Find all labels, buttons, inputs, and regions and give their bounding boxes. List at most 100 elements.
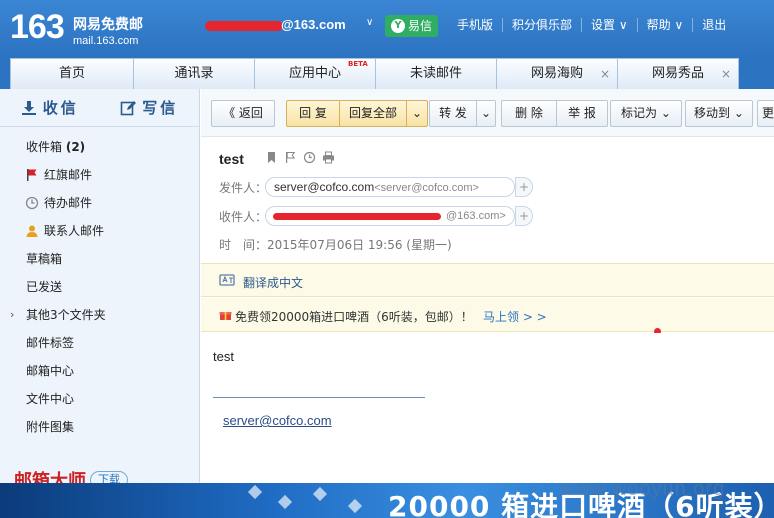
add-recipient-contact-icon[interactable]: +	[515, 206, 533, 226]
yixin-icon: Y	[391, 19, 405, 33]
gift-icon	[219, 312, 232, 320]
folder-label: 红旗邮件	[44, 168, 93, 182]
forward-button[interactable]: 转 发	[429, 100, 477, 127]
mark-as-label: 标记为	[621, 106, 658, 120]
recipient-address-suffix: @163.com>	[446, 210, 506, 222]
mail-header: test 发件人： server@cofco.com<server@cofco.…	[201, 137, 774, 263]
folder-sent[interactable]: 已发送	[0, 273, 199, 301]
tab-label: 网易秀品	[651, 66, 704, 81]
top-links: 手机版 积分俱乐部 设置 ∨ 帮助 ∨ 退出	[448, 18, 735, 32]
tab-app-center[interactable]: 应用中心 BETA	[254, 58, 376, 89]
user-redaction-mark	[205, 21, 283, 31]
chevron-down-icon[interactable]: ∨	[366, 17, 373, 28]
tab-netease-haigou[interactable]: 网易海购 ×	[496, 58, 618, 89]
points-club-link[interactable]: 积分俱乐部	[502, 18, 581, 32]
translate-bar: 翻译成中文	[201, 263, 774, 297]
logout-link[interactable]: 退出	[692, 18, 735, 32]
sender-address: <server@cofco.com>	[374, 182, 479, 194]
to-label: 收件人：	[219, 210, 268, 224]
folder-mail-center[interactable]: 邮箱中心	[0, 357, 199, 385]
reply-button[interactable]: 回 复	[286, 100, 340, 127]
folder-label: 待办邮件	[44, 196, 93, 210]
forward-dropdown[interactable]: ⌄	[476, 100, 496, 127]
chevron-down-icon: ∨	[615, 18, 628, 32]
folder-label: 其他3个文件夹	[26, 308, 106, 322]
tab-netease-xiupin[interactable]: 网易秀品 ×	[617, 58, 739, 89]
tab-contacts[interactable]: 通讯录	[133, 58, 255, 89]
receive-button[interactable]: 收信	[0, 89, 100, 126]
logo-url: mail.163.com	[73, 35, 139, 47]
reply-dropdown[interactable]: ⌄	[406, 100, 428, 127]
add-sender-contact-icon[interactable]: +	[515, 177, 533, 197]
chevron-down-icon: ⌄	[411, 106, 423, 120]
more-button[interactable]: 更	[757, 100, 774, 127]
ice-cube-graphic	[312, 486, 328, 502]
chevron-right-icon[interactable]: ›	[10, 301, 14, 329]
translate-icon	[219, 274, 235, 286]
tab-home[interactable]: 首页	[10, 58, 134, 89]
folder-attachment-gallery[interactable]: 附件图集	[0, 413, 199, 441]
clock-icon[interactable]	[303, 151, 316, 164]
settings-label: 设置	[591, 18, 616, 32]
promo-bar: 免费领20000箱进口啤酒（6听装，包邮）！ 马上领 > >	[201, 298, 774, 332]
mail-toolbar: 《 返回 回 复 回复全部 ⌄ 转 发 ⌄ 删 除 举 报 标记为 ⌄ 移动到 …	[201, 89, 774, 137]
folder-todo[interactable]: 待办邮件	[0, 189, 199, 217]
tab-label: 首页	[58, 66, 85, 81]
promo-text[interactable]: 免费领20000箱进口啤酒（6听装，包邮）！	[235, 308, 473, 325]
clock-icon	[25, 196, 39, 210]
settings-link[interactable]: 设置 ∨	[581, 18, 637, 32]
folder-label: 草稿箱	[26, 252, 63, 266]
from-label: 发件人：	[219, 181, 268, 195]
yixin-button[interactable]: Y 易信	[385, 15, 439, 37]
folder-inbox[interactable]: 收件箱 (2)	[0, 133, 199, 161]
compose-button[interactable]: 写信	[100, 89, 200, 126]
folder-flagged[interactable]: 红旗邮件	[0, 161, 199, 189]
help-label: 帮助	[646, 18, 671, 32]
time-value: 2015年07月06日 19:56 (星期一)	[267, 238, 452, 252]
compose-bar: 收信 写信	[0, 89, 199, 127]
chevron-down-icon: ⌄	[480, 106, 492, 120]
reply-all-button[interactable]: 回复全部	[339, 100, 407, 127]
tab-label: 未读邮件	[409, 66, 462, 81]
flag-icon[interactable]	[284, 151, 297, 164]
time-row: 时 间：2015年07月06日 19:56 (星期一)	[219, 236, 452, 253]
folder-file-center[interactable]: 文件中心	[0, 385, 199, 413]
tab-unread[interactable]: 未读邮件	[375, 58, 497, 89]
yixin-label: 易信	[408, 19, 433, 33]
sender-chip[interactable]: server@cofco.com<server@cofco.com>	[265, 177, 515, 197]
close-icon[interactable]: ×	[600, 59, 610, 89]
back-button[interactable]: 《 返回	[211, 100, 275, 127]
subject-icons	[265, 151, 335, 164]
help-link[interactable]: 帮助 ∨	[636, 18, 693, 32]
folder-label: 邮件标签	[26, 336, 75, 350]
folder-tags[interactable]: 邮件标签	[0, 329, 199, 357]
folder-drafts[interactable]: 草稿箱	[0, 245, 199, 273]
chevron-down-icon: ∨	[670, 18, 684, 32]
tab-label: 网易海购	[530, 66, 583, 81]
download-icon	[21, 100, 36, 115]
chevron-down-icon: ⌄	[730, 106, 744, 120]
mobile-link[interactable]: 手机版	[448, 18, 502, 32]
receive-label: 收信	[42, 99, 79, 117]
mark-as-dropdown[interactable]: 标记为 ⌄	[610, 100, 682, 127]
logo-number[interactable]: 163	[10, 8, 65, 47]
print-icon[interactable]	[322, 151, 335, 164]
ice-cube-graphic	[277, 494, 293, 510]
signature-email-link[interactable]: server@cofco.com	[223, 413, 332, 428]
close-icon[interactable]: ×	[721, 59, 731, 89]
promo-claim-link[interactable]: 马上领 > >	[483, 308, 547, 325]
ice-cube-graphic	[247, 484, 263, 500]
compose-label: 写信	[142, 99, 179, 117]
recipient-redaction-mark	[273, 213, 441, 220]
user-email[interactable]: @163.com	[281, 17, 346, 32]
folder-label: 联系人邮件	[44, 224, 105, 238]
folder-contact-mail[interactable]: 联系人邮件	[0, 217, 199, 245]
top-header: 163 网易免费邮 mail.163.com @163.com ∨ Y 易信 手…	[0, 0, 774, 56]
folder-others[interactable]: › 其他3个文件夹	[0, 301, 199, 329]
beta-badge: BETA	[348, 60, 368, 68]
report-button[interactable]: 举 报	[556, 100, 608, 127]
translate-link[interactable]: 翻译成中文	[243, 274, 303, 291]
move-to-dropdown[interactable]: 移动到 ⌄	[685, 100, 753, 127]
delete-button[interactable]: 删 除	[501, 100, 557, 127]
bookmark-icon[interactable]	[265, 151, 278, 164]
